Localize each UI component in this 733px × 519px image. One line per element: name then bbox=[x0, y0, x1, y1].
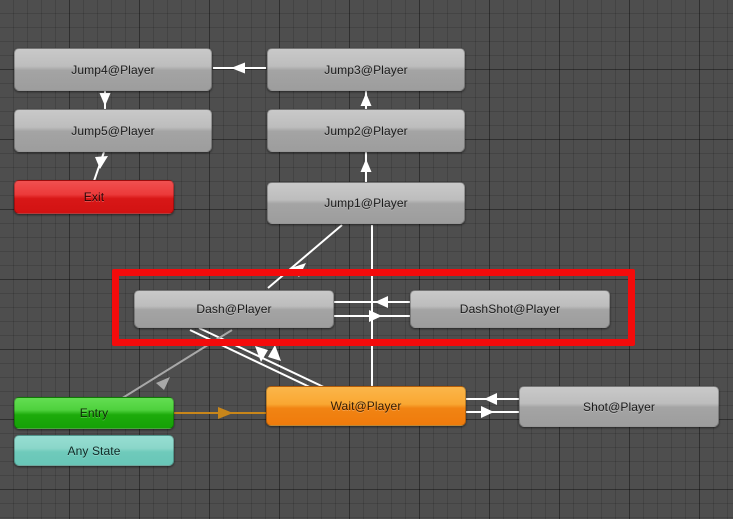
transition-jump4-to-jump5[interactable] bbox=[99, 91, 111, 109]
state-node-jump3[interactable]: Jump3@Player bbox=[267, 48, 465, 91]
state-node-jump1[interactable]: Jump1@Player bbox=[267, 182, 465, 224]
any-state-node[interactable]: Any State bbox=[14, 435, 174, 466]
state-node-label: Shot@Player bbox=[583, 399, 655, 414]
transition-jump5-to-exit[interactable] bbox=[93, 151, 108, 182]
state-node-label: Jump3@Player bbox=[324, 62, 408, 77]
state-node-label: Jump5@Player bbox=[71, 123, 155, 138]
state-node-label: Jump1@Player bbox=[324, 196, 408, 210]
state-node-label: Jump2@Player bbox=[324, 123, 408, 138]
animator-graph-canvas[interactable]: Jump4@Player Jump3@Player Jump5@Player J… bbox=[0, 0, 733, 519]
state-node-label: DashShot@Player bbox=[459, 302, 561, 316]
state-node-label: Jump4@Player bbox=[71, 62, 155, 77]
transition-wait-shot[interactable] bbox=[466, 393, 519, 418]
state-node-shot[interactable]: Shot@Player bbox=[519, 386, 719, 427]
exit-node-label: Exit bbox=[83, 190, 105, 204]
transition-jump3-to-jump4[interactable] bbox=[213, 62, 266, 74]
state-node-jump4[interactable]: Jump4@Player bbox=[14, 48, 212, 91]
state-node-dash[interactable]: Dash@Player bbox=[134, 290, 334, 328]
state-node-label: Dash@Player bbox=[196, 302, 272, 316]
state-node-jump2[interactable]: Jump2@Player bbox=[267, 109, 465, 152]
exit-node[interactable]: Exit bbox=[14, 180, 174, 214]
state-node-dashshot[interactable]: DashShot@Player bbox=[410, 290, 610, 328]
transition-entry-to-wait[interactable] bbox=[174, 407, 266, 419]
transition-jump1-to-jump2[interactable] bbox=[360, 152, 372, 182]
state-node-label: Wait@Player bbox=[330, 399, 402, 413]
state-node-wait[interactable]: Wait@Player bbox=[266, 386, 466, 426]
entry-node-label: Entry bbox=[79, 406, 109, 420]
any-state-node-label: Any State bbox=[67, 443, 121, 458]
state-node-jump5[interactable]: Jump5@Player bbox=[14, 109, 212, 152]
entry-node[interactable]: Entry bbox=[14, 397, 174, 429]
transition-jump2-to-jump3[interactable] bbox=[360, 91, 372, 109]
